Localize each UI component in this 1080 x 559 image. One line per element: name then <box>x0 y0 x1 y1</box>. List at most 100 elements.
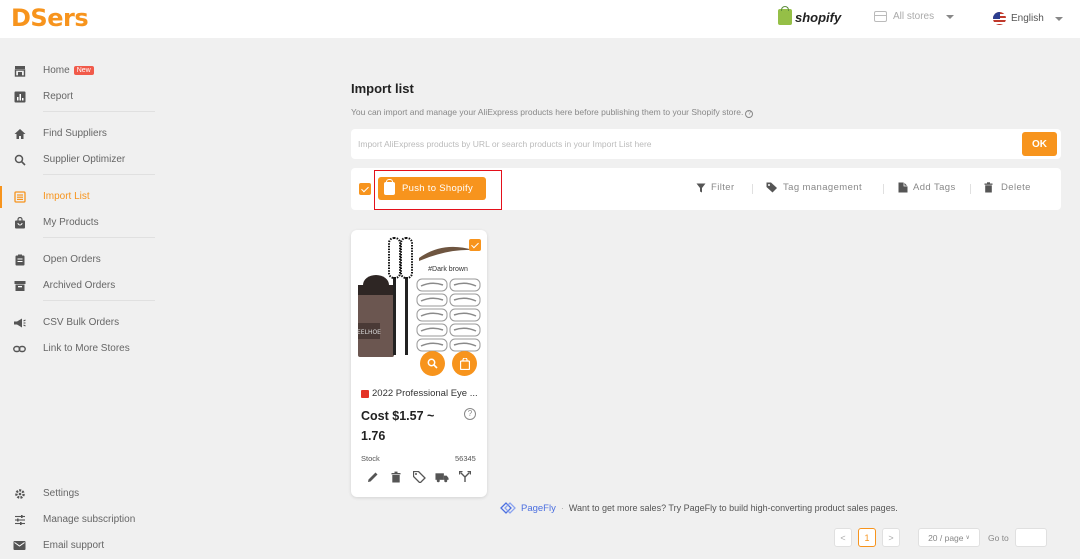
delete-button[interactable]: Delete <box>984 182 1031 193</box>
toolbar-separator <box>970 184 971 194</box>
toolbar-separator <box>752 184 753 194</box>
sidebar-item-find-suppliers[interactable]: Find Suppliers <box>0 124 160 144</box>
trash-icon <box>984 182 993 193</box>
pagefly-text: Want to get more sales? Try PageFly to b… <box>568 503 898 513</box>
sidebar-item-label: Supplier Optimizer <box>43 154 126 165</box>
subtitle-text: You can import and manage your AliExpres… <box>351 107 744 117</box>
ok-button[interactable]: OK <box>1022 132 1057 156</box>
search-product-button[interactable] <box>420 351 445 376</box>
sidebar-item-label: Report <box>43 91 74 102</box>
sidebar-item-label: My Products <box>43 217 99 228</box>
shopify-bag-icon <box>459 357 470 370</box>
sidebar-item-supplier-optimizer[interactable]: Supplier Optimizer <box>0 150 160 170</box>
select-all-checkbox[interactable] <box>359 183 371 195</box>
stock-label: Stock <box>361 454 380 463</box>
import-list-toolbar: Push to Shopify Filter Tag management Ad… <box>351 168 1061 210</box>
add-tags-button[interactable]: Add Tags <box>898 182 956 193</box>
sidebar-item-label: CSV Bulk Orders <box>43 317 120 328</box>
tag-icon <box>766 182 777 193</box>
product-image-caption: #Dark brown <box>428 266 468 273</box>
filter-icon <box>696 183 706 192</box>
sidebar-item-label: Open Orders <box>43 254 101 265</box>
platform-shopify[interactable]: shopify <box>778 6 841 25</box>
page-size-select[interactable]: 20 / page ∨ <box>918 528 980 547</box>
product-image[interactable]: EELHOE #Dark brown <box>355 233 484 383</box>
edit-icon[interactable] <box>366 470 380 484</box>
page-title: Import list <box>351 81 414 96</box>
sidebar-item-open-orders[interactable]: Open Orders <box>0 250 160 270</box>
new-badge: New <box>73 66 94 75</box>
pagefly-link[interactable]: PageFly <box>521 503 556 514</box>
help-icon[interactable]: ? <box>464 408 476 420</box>
sidebar: Home New Report Find Suppliers Supplier O… <box>0 38 172 559</box>
search-icon <box>13 153 26 166</box>
sidebar-item-link-stores[interactable]: Link to More Stores <box>0 339 160 359</box>
product-actions <box>366 470 472 484</box>
chart-icon <box>13 90 26 103</box>
help-icon[interactable]: ? <box>745 110 754 118</box>
sidebar-divider <box>43 174 155 175</box>
highlight-outline <box>374 170 502 210</box>
sidebar-divider <box>43 237 155 238</box>
language-selector[interactable]: English <box>993 12 1063 25</box>
chevron-down-icon <box>1054 16 1063 21</box>
page-1-button[interactable]: 1 <box>858 528 876 547</box>
chevron-down-icon: ∨ <box>965 535 970 541</box>
sidebar-item-my-products[interactable]: My Products <box>0 213 160 233</box>
sidebar-divider <box>43 111 155 112</box>
sidebar-item-email-support[interactable]: Email support <box>0 536 160 556</box>
archive-icon <box>13 279 26 292</box>
home-icon <box>13 127 26 140</box>
store-selector[interactable]: All stores <box>874 11 955 22</box>
sidebar-item-label: Settings <box>43 488 80 499</box>
store-icon <box>13 64 26 77</box>
store-selector-label: All stores <box>893 11 935 22</box>
top-bar: DSers shopify All stores English <box>0 0 1080 38</box>
clipboard-icon <box>13 253 26 266</box>
product-card[interactable]: EELHOE #Dark brown 2022 Professional Eye… <box>351 230 487 497</box>
sidebar-item-label: Link to More Stores <box>43 343 130 354</box>
trash-icon[interactable] <box>389 470 403 484</box>
page-subtitle: You can import and manage your AliExpres… <box>351 107 754 118</box>
shopify-bag-icon <box>778 6 792 25</box>
sidebar-item-csv-bulk-orders[interactable]: CSV Bulk Orders <box>0 313 160 333</box>
sidebar-item-label: Find Suppliers <box>43 128 107 139</box>
push-product-button[interactable] <box>452 351 477 376</box>
product-title[interactable]: 2022 Professional Eye ... <box>361 388 478 399</box>
tag-icon[interactable] <box>412 470 426 484</box>
sidebar-item-archived-orders[interactable]: Archived Orders <box>0 276 160 296</box>
promo-separator: · <box>560 503 564 513</box>
sliders-icon <box>13 513 26 526</box>
prev-page-button[interactable]: < <box>834 528 852 547</box>
product-checkbox[interactable] <box>469 239 481 251</box>
sidebar-item-home[interactable]: Home New <box>0 61 160 81</box>
delete-label: Delete <box>1001 182 1031 193</box>
shipping-icon[interactable] <box>435 470 449 484</box>
us-flag-icon <box>993 12 1006 25</box>
filter-label: Filter <box>711 182 735 193</box>
goto-page-input[interactable] <box>1014 528 1047 547</box>
sidebar-item-settings[interactable]: Settings <box>0 484 160 504</box>
gear-icon <box>13 487 26 500</box>
import-search-input[interactable] <box>358 135 998 153</box>
list-icon <box>13 190 26 203</box>
tag-management-button[interactable]: Tag management <box>766 182 862 193</box>
add-tags-label: Add Tags <box>913 182 956 193</box>
split-icon[interactable] <box>458 470 472 484</box>
add-tag-icon <box>898 182 908 193</box>
sidebar-item-report[interactable]: Report <box>0 87 160 107</box>
bag-icon <box>13 216 26 229</box>
sidebar-item-label: Email support <box>43 540 105 551</box>
import-search-bar: OK <box>351 129 1061 159</box>
sidebar-item-label: Home <box>43 65 70 76</box>
filter-button[interactable]: Filter <box>696 182 735 193</box>
dsers-logo[interactable]: DSers <box>11 4 89 32</box>
chevron-down-icon <box>946 14 955 19</box>
next-page-button[interactable]: > <box>882 528 900 547</box>
stock-value: 56345 <box>455 454 476 463</box>
pagefly-promo: PageFly · Want to get more sales? Try Pa… <box>500 502 898 514</box>
sidebar-item-import-list[interactable]: Import List <box>0 186 160 208</box>
sidebar-item-label: Archived Orders <box>43 280 116 291</box>
sidebar-item-manage-subscription[interactable]: Manage subscription <box>0 510 160 530</box>
tag-management-label: Tag management <box>783 182 863 193</box>
